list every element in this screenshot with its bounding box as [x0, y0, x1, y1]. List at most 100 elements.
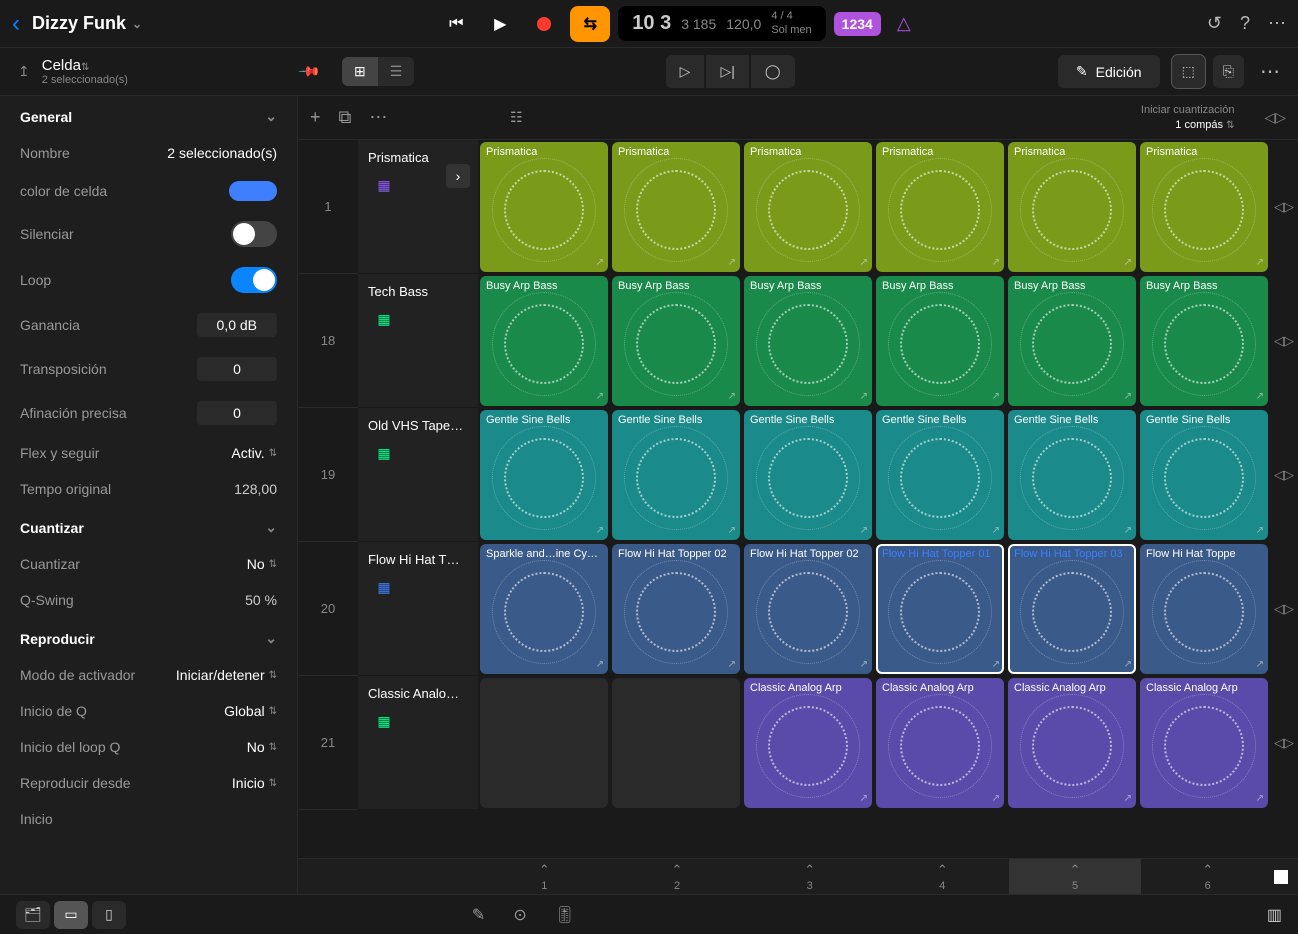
- cell-play-from-button[interactable]: ▷|: [706, 55, 748, 88]
- mute-toggle[interactable]: [231, 221, 277, 247]
- loop-cell[interactable]: Flow Hi Hat Topper 03↗: [1008, 544, 1136, 674]
- loop-cell[interactable]: Prismatica↗: [744, 142, 872, 272]
- loop-cell[interactable]: Classic Analog Arp↗: [1008, 678, 1136, 808]
- track-header[interactable]: Old VHS Tape…▦: [358, 408, 478, 542]
- loop-cell[interactable]: Classic Analog Arp↗: [744, 678, 872, 808]
- row-number[interactable]: 19: [298, 408, 358, 542]
- ruler-icon[interactable]: ☷: [510, 109, 523, 126]
- loop-cell[interactable]: Busy Arp Bass↗: [876, 276, 1004, 406]
- loop-toggle[interactable]: [231, 267, 277, 293]
- color-swatch[interactable]: [229, 181, 277, 201]
- loop-cell[interactable]: Gentle Sine Bells↗: [1140, 410, 1268, 540]
- loop-cell[interactable]: [612, 678, 740, 808]
- undo-icon[interactable]: ↺: [1207, 13, 1222, 34]
- row-number[interactable]: 21: [298, 676, 358, 810]
- pencil-tool[interactable]: ✎: [472, 905, 485, 925]
- automation-tool[interactable]: ⊙: [513, 905, 526, 925]
- list-view-button[interactable]: ☰: [378, 57, 415, 86]
- row-nav-button[interactable]: ◁▷: [1270, 140, 1298, 274]
- loop-cell[interactable]: Busy Arp Bass↗: [744, 276, 872, 406]
- loop-cell[interactable]: Prismatica↗: [876, 142, 1004, 272]
- track-header[interactable]: Tech Bass▦: [358, 274, 478, 408]
- scene-trigger[interactable]: ⌃5: [1009, 859, 1142, 894]
- quantize-start-select[interactable]: Iniciar cuantización 1 compás ⇅: [1141, 103, 1235, 132]
- back-button[interactable]: ‹: [12, 10, 20, 38]
- track-header[interactable]: Prismatica▦›: [358, 140, 478, 274]
- loop-cell[interactable]: Busy Arp Bass↗: [612, 276, 740, 406]
- flex-select[interactable]: Activ.⇅: [231, 445, 277, 461]
- scene-trigger[interactable]: ⌃3: [743, 859, 876, 894]
- loop-cell[interactable]: Flow Hi Hat Topper 02↗: [612, 544, 740, 674]
- qstart-select[interactable]: Global⇅: [224, 703, 277, 719]
- lcd-display[interactable]: 10 3 3 185 120,0 4 / 4 Sol men: [618, 6, 825, 40]
- rewind-button[interactable]: ⏮: [438, 6, 474, 42]
- loop-cell[interactable]: Busy Arp Bass↗: [480, 276, 608, 406]
- project-title[interactable]: Dizzy Funk ⌄: [32, 13, 142, 34]
- section-play-header[interactable]: Reproducir⌄: [0, 618, 297, 657]
- gain-field[interactable]: 0,0 dB: [197, 313, 277, 337]
- grid-nav-arrows[interactable]: ◁▷: [1264, 109, 1286, 126]
- loop-cell[interactable]: Gentle Sine Bells↗: [612, 410, 740, 540]
- row-nav-button[interactable]: ◁▷: [1270, 542, 1298, 676]
- duplicate-button[interactable]: ⧉: [339, 107, 352, 128]
- qloop-select[interactable]: No⇅: [247, 739, 277, 755]
- loop-cell[interactable]: Prismatica↗: [612, 142, 740, 272]
- help-icon[interactable]: ?: [1240, 13, 1250, 34]
- finetune-field[interactable]: 0: [197, 401, 277, 425]
- quantize-select[interactable]: No⇅: [247, 556, 277, 572]
- scene-trigger[interactable]: ⌃2: [611, 859, 744, 894]
- cell-record-button[interactable]: ◯: [751, 55, 795, 88]
- sub-more-button[interactable]: ⋯: [1260, 59, 1280, 84]
- loop-cell[interactable]: Sparkle and…ine Cymbal↗: [480, 544, 608, 674]
- row-number[interactable]: 18: [298, 274, 358, 408]
- loop-cell[interactable]: Flow Hi Hat Toppe↗: [1140, 544, 1268, 674]
- row-nav-button[interactable]: ◁▷: [1270, 274, 1298, 408]
- marquee-tool[interactable]: ⬚: [1172, 55, 1205, 88]
- record-button[interactable]: [526, 6, 562, 42]
- library-tab[interactable]: 🗂: [16, 901, 50, 929]
- trigger-select[interactable]: Iniciar/detener⇅: [176, 667, 277, 683]
- loop-cell[interactable]: Gentle Sine Bells↗: [876, 410, 1004, 540]
- play-button[interactable]: ▶: [482, 6, 518, 42]
- track-expand-button[interactable]: ›: [446, 164, 470, 188]
- row-number[interactable]: 1: [298, 140, 358, 274]
- transpose-field[interactable]: 0: [197, 357, 277, 381]
- playfrom-select[interactable]: Inicio⇅: [232, 775, 277, 791]
- loop-cell[interactable]: Gentle Sine Bells↗: [480, 410, 608, 540]
- loop-cell[interactable]: [480, 678, 608, 808]
- mixer-tab[interactable]: ▯: [92, 901, 126, 929]
- scene-trigger[interactable]: ⌃4: [876, 859, 1009, 894]
- pin-icon[interactable]: 📌: [297, 59, 321, 83]
- grid-view-button[interactable]: ⊞: [342, 57, 378, 86]
- track-header[interactable]: Classic Analo…▦: [358, 676, 478, 810]
- loop-cell[interactable]: Prismatica↗: [1008, 142, 1136, 272]
- inspector-tab[interactable]: ▭: [54, 901, 88, 929]
- keyboard-button[interactable]: ▥: [1267, 905, 1282, 925]
- loop-cell[interactable]: Classic Analog Arp↗: [1140, 678, 1268, 808]
- loop-cell[interactable]: Classic Analog Arp↗: [876, 678, 1004, 808]
- cell-play-button[interactable]: ▷: [666, 55, 705, 88]
- grid-more-button[interactable]: ⋯: [369, 107, 387, 128]
- more-icon[interactable]: ⋯: [1268, 13, 1286, 34]
- mixer-tool[interactable]: 🎚: [555, 905, 575, 925]
- loop-cell[interactable]: Gentle Sine Bells↗: [744, 410, 872, 540]
- copy-tool[interactable]: ⎘: [1213, 55, 1244, 88]
- loop-cell[interactable]: Busy Arp Bass↗: [1008, 276, 1136, 406]
- add-track-button[interactable]: +: [310, 107, 321, 128]
- cycle-button[interactable]: ⇆: [570, 6, 610, 42]
- section-general-header[interactable]: General⌄: [0, 96, 297, 135]
- edit-mode-button[interactable]: ✎ Edición: [1058, 55, 1160, 88]
- inspector-header[interactable]: ↥ Celda⇅ 2 seleccionado(s) 📌: [18, 57, 318, 86]
- section-quantize-header[interactable]: Cuantizar⌄: [0, 507, 297, 546]
- metronome-icon[interactable]: △: [897, 13, 911, 34]
- loop-cell[interactable]: Gentle Sine Bells↗: [1008, 410, 1136, 540]
- loop-cell[interactable]: Flow Hi Hat Topper 01↗: [876, 544, 1004, 674]
- count-in-badge[interactable]: 1234: [834, 12, 881, 36]
- row-nav-button[interactable]: ◁▷: [1270, 676, 1298, 810]
- scene-trigger[interactable]: ⌃1: [478, 859, 611, 894]
- track-header[interactable]: Flow Hi Hat T…▦: [358, 542, 478, 676]
- scene-trigger[interactable]: ⌃6: [1141, 859, 1274, 894]
- loop-cell[interactable]: Busy Arp Bass↗: [1140, 276, 1268, 406]
- loop-cell[interactable]: Prismatica↗: [480, 142, 608, 272]
- row-nav-button[interactable]: ◁▷: [1270, 408, 1298, 542]
